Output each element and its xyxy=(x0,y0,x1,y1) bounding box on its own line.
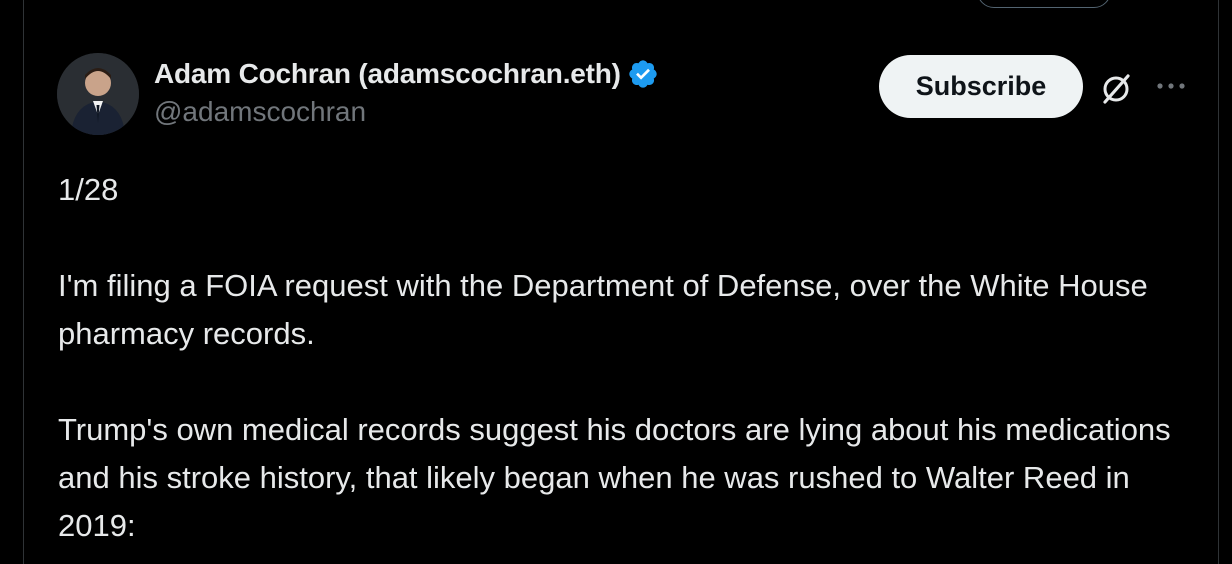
subscribe-button[interactable]: Subscribe xyxy=(879,55,1083,118)
author-info: Adam Cochran (adamscochran.eth) @adamsco… xyxy=(154,56,659,128)
tweet-container: Adam Cochran (adamscochran.eth) @adamsco… xyxy=(23,0,1219,564)
tweet-text: 1/28 I'm filing a FOIA request with the … xyxy=(58,166,1198,550)
author-display-name[interactable]: Adam Cochran (adamscochran.eth) xyxy=(154,58,621,90)
avatar[interactable] xyxy=(57,53,139,135)
author-handle[interactable]: @adamscochran xyxy=(154,96,659,128)
tweet-paragraph-1: I'm filing a FOIA request with the Depar… xyxy=(58,268,1148,351)
previous-button-outline[interactable] xyxy=(977,0,1111,8)
grok-icon[interactable] xyxy=(1097,70,1135,108)
thread-counter: 1/28 xyxy=(58,172,119,207)
more-icon[interactable] xyxy=(1154,72,1188,100)
tweet-paragraph-2: Trump's own medical records suggest his … xyxy=(58,412,1171,543)
verified-badge-icon[interactable] xyxy=(627,58,659,90)
